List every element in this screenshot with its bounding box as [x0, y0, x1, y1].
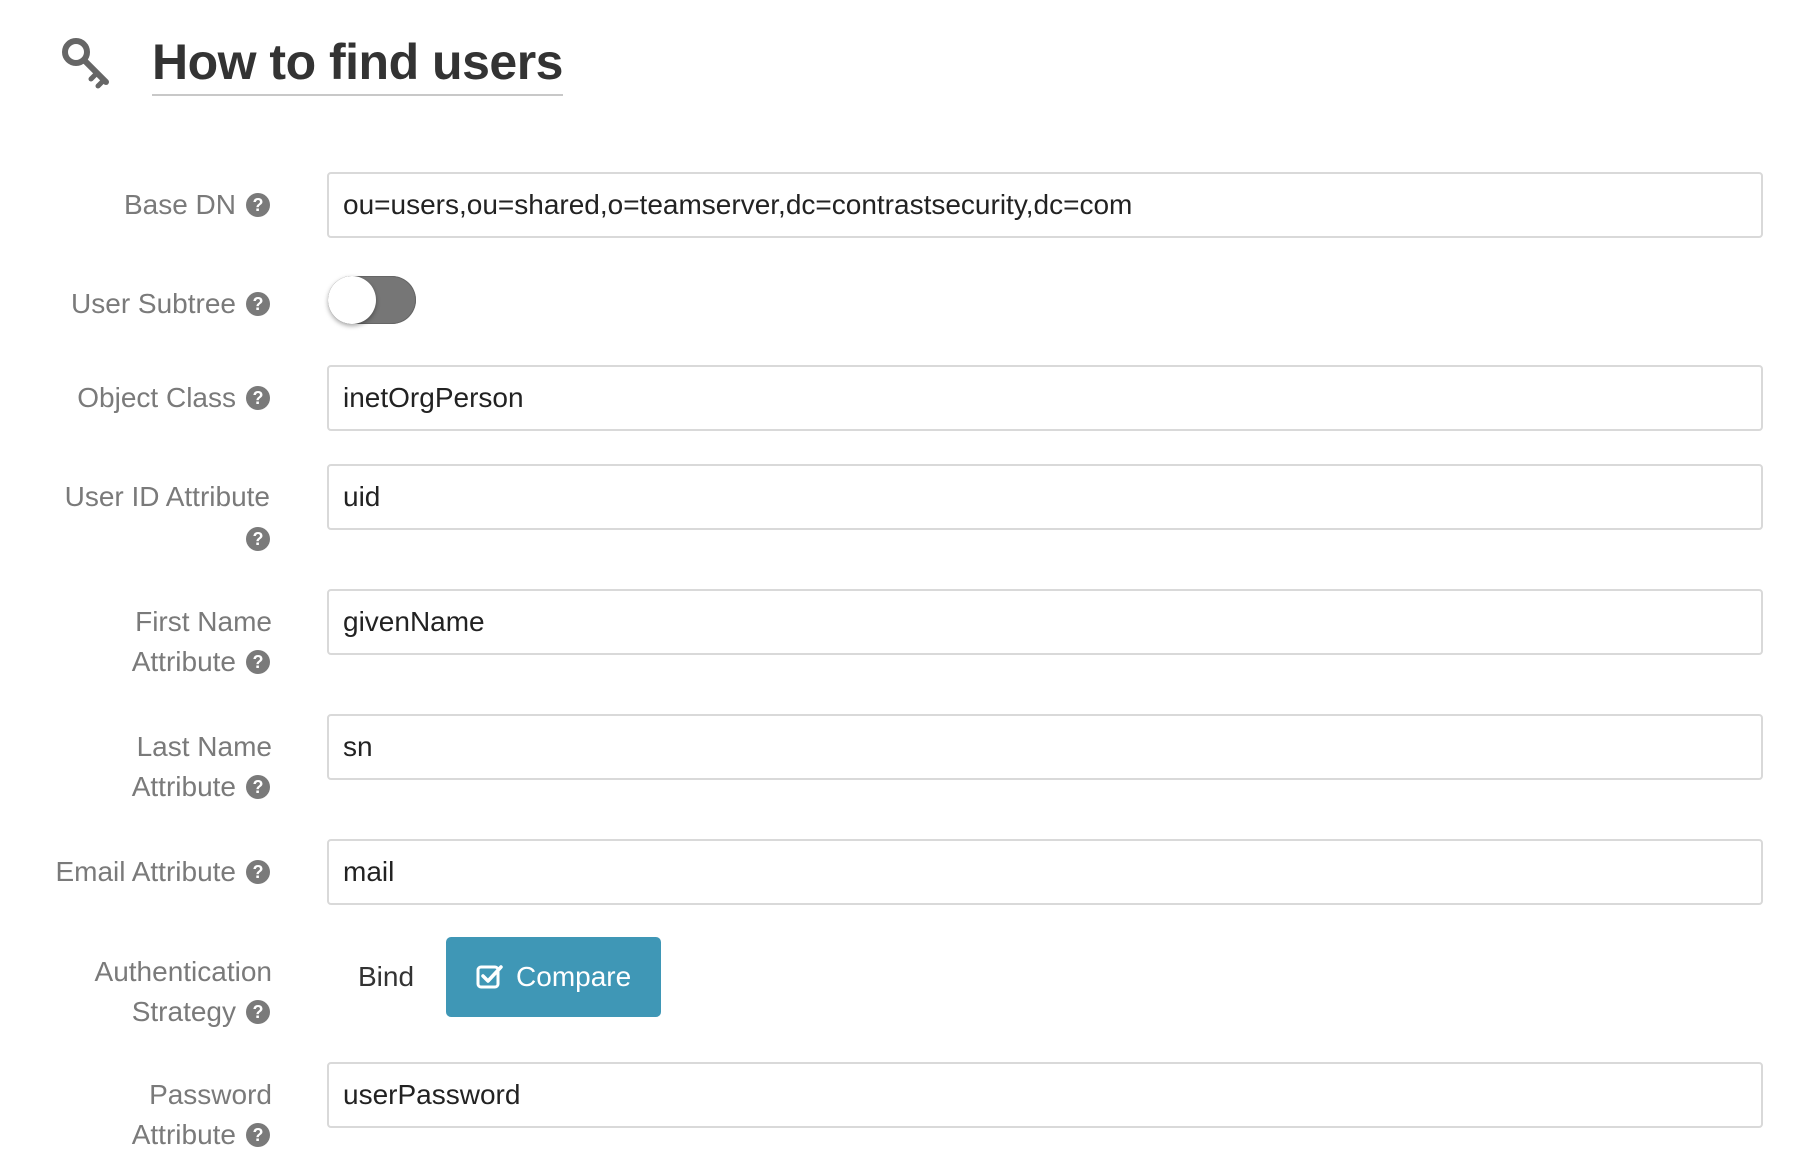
object-class-input[interactable] [327, 365, 1763, 431]
base-dn-label: Base DN? [124, 185, 270, 225]
first-name-attribute-input[interactable] [327, 589, 1763, 655]
authentication-strategy-selector: Bind Compare [340, 937, 662, 1017]
object-class-label: Object Class? [77, 378, 270, 418]
password-attribute-label: Password Attribute? [131, 1079, 272, 1150]
help-icon[interactable]: ? [246, 192, 270, 217]
last-name-attribute-label: Last Name Attribute? [131, 731, 272, 802]
email-attribute-label: Email Attribute? [55, 852, 270, 892]
toggle-knob [328, 276, 376, 324]
help-icon[interactable]: ? [246, 385, 270, 410]
password-attribute-input[interactable] [327, 1062, 1763, 1128]
help-icon[interactable]: ? [246, 999, 270, 1024]
help-icon[interactable]: ? [246, 859, 270, 884]
compare-option[interactable]: Compare [446, 937, 662, 1017]
key-icon [62, 38, 109, 89]
help-icon[interactable]: ? [246, 526, 270, 551]
user-subtree-label: User Subtree? [71, 284, 270, 324]
user-id-attribute-label: User ID Attribute ? [64, 481, 270, 551]
help-icon[interactable]: ? [246, 649, 270, 674]
bind-option[interactable]: Bind [340, 937, 446, 1017]
first-name-attribute-label: First Name Attribute? [131, 606, 272, 677]
checked-checkbox-icon [476, 965, 503, 989]
user-subtree-toggle[interactable] [328, 276, 416, 324]
help-icon[interactable]: ? [246, 1122, 270, 1147]
user-id-attribute-input[interactable] [327, 464, 1763, 530]
authentication-strategy-label: Authentication Strategy? [94, 956, 272, 1027]
email-attribute-input[interactable] [327, 839, 1763, 905]
base-dn-input[interactable] [327, 172, 1763, 238]
last-name-attribute-input[interactable] [327, 714, 1763, 780]
help-icon[interactable]: ? [246, 291, 270, 316]
page-title: How to find users [152, 30, 563, 96]
help-icon[interactable]: ? [246, 774, 270, 799]
